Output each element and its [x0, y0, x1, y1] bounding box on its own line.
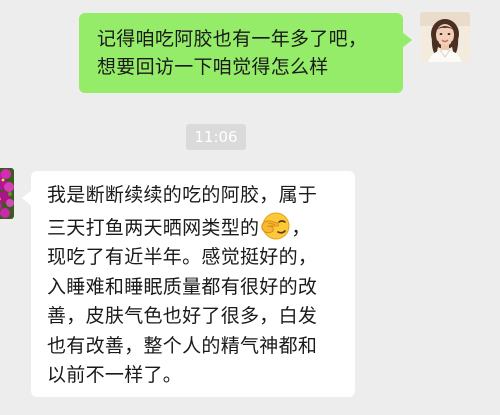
my-avatar[interactable] — [420, 12, 470, 62]
incoming-message-line: 三天打鱼两天晒网类型的 ， — [47, 211, 345, 244]
outgoing-message-line: 想要回访一下咱觉得怎么样 — [97, 56, 329, 78]
user-photo-icon — [420, 12, 470, 62]
incoming-message-line: 入睡难和睡眠质量都有很好的改 — [47, 275, 318, 298]
incoming-message-line: 善，皮肤气色也好了很多，白发 — [47, 305, 318, 327]
incoming-message-line: 现吃了有近半年。感觉挺好的， — [47, 246, 318, 268]
chat-window: 记得咱吃阿胶也有一年多了吧， 想要回访一下咱觉得怎么样 11:06 我是断断续续… — [0, 0, 500, 415]
incoming-message-line: 以前不一样了。 — [47, 364, 183, 386]
contact-avatar[interactable] — [0, 168, 14, 219]
incoming-message-text: 三天打鱼两天晒网类型的 — [47, 216, 260, 239]
incoming-message-line: 也有改善，整个人的精气神都和 — [47, 334, 318, 357]
outgoing-message-line: 记得咱吃阿胶也有一年多了吧， — [97, 28, 368, 50]
outgoing-message-bubble[interactable]: 记得咱吃阿胶也有一年多了吧， 想要回访一下咱觉得怎么样 — [79, 13, 412, 93]
message-timestamp: 11:06 — [186, 124, 246, 150]
facepalm-emoji-icon — [261, 212, 290, 239]
incoming-message-line: 我是断断续续的吃的阿胶，属于 — [47, 184, 318, 206]
incoming-message-text: ， — [291, 216, 311, 239]
incoming-message-bubble[interactable]: 我是断断续续的吃的阿胶，属于 三天打鱼两天晒网类型的 ， 现吃了有近半年。感觉挺… — [22, 171, 355, 397]
flower-photo-icon — [0, 168, 14, 219]
